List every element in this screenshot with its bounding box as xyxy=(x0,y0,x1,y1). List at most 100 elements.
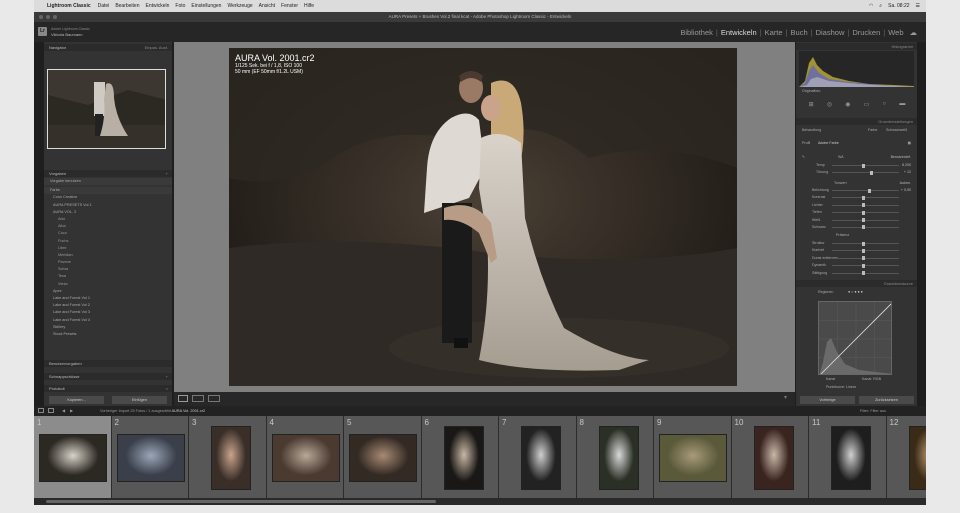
tone-slider-row[interactable]: Kontrast xyxy=(796,194,917,201)
treatment-bw[interactable]: Schwarzweiß xyxy=(886,127,907,134)
histogram[interactable] xyxy=(799,51,914,87)
image-canvas[interactable]: AURA Vol. 2001.cr2 1/125 Sek. bei f / 1,… xyxy=(174,42,795,392)
search-icon[interactable]: ⌕ xyxy=(879,3,882,9)
add-preset-icon[interactable]: + xyxy=(166,170,168,177)
filmstrip-thumbnail[interactable] xyxy=(39,434,107,482)
compare-view-icon[interactable] xyxy=(192,395,204,402)
before-after-icon[interactable] xyxy=(208,395,220,402)
wifi-icon[interactable]: ◠ xyxy=(869,3,873,9)
radial-filter-icon[interactable]: ○ xyxy=(883,101,887,107)
menu-einstellungen[interactable]: Einstellungen xyxy=(191,3,221,9)
close-window-button[interactable] xyxy=(39,15,43,19)
module-drucken[interactable]: Drucken xyxy=(849,28,883,37)
crop-tool-icon[interactable]: ⊞ xyxy=(809,101,814,108)
module-web[interactable]: Web xyxy=(885,28,906,37)
presence-slider-row[interactable]: Struktur xyxy=(796,240,917,247)
menu-fenster[interactable]: Fenster xyxy=(281,3,298,9)
tone-slider-row[interactable]: Weiß xyxy=(796,217,917,224)
treatment-color[interactable]: Farbe xyxy=(868,127,877,134)
filmstrip-cell[interactable]: 1 xyxy=(34,416,112,498)
presence-slider-knob[interactable] xyxy=(862,256,865,261)
module-bibliothek[interactable]: Bibliothek xyxy=(677,28,716,37)
preset-item[interactable]: Fuchs xyxy=(44,238,172,245)
second-window-icon[interactable] xyxy=(38,408,44,413)
preset-item[interactable]: Color Creative xyxy=(44,194,172,201)
presets-header[interactable]: Vorgaben + xyxy=(44,170,172,177)
basic-header[interactable]: Grundeinstellungen xyxy=(796,118,917,125)
tone-slider-knob[interactable] xyxy=(862,203,865,208)
filmstrip-cell[interactable]: 4 xyxy=(266,416,344,498)
filmstrip-cell[interactable]: 8 xyxy=(576,416,654,498)
minimize-window-button[interactable] xyxy=(46,15,50,19)
spot-removal-icon[interactable]: ◎ xyxy=(827,101,832,108)
filmstrip-thumbnail[interactable] xyxy=(443,426,484,490)
previous-settings-button[interactable]: Vorherige xyxy=(800,396,855,404)
filmstrip-source[interactable]: Vorheriger Import 25 Fotos / 1 ausgewähl… xyxy=(100,406,205,416)
user-presets-row[interactable]: Benutzervorgaben xyxy=(44,360,172,367)
tone-slider-knob[interactable] xyxy=(862,225,865,230)
main-photo[interactable]: AURA Vol. 2001.cr2 1/125 Sek. bei f / 1,… xyxy=(229,48,737,386)
navigator-zoom[interactable]: Einpas. Ausf. xyxy=(145,44,168,51)
filmstrip-thumbnail[interactable] xyxy=(521,426,561,490)
filmstrip-thumbnail[interactable] xyxy=(908,426,926,490)
preset-item[interactable]: Pavone xyxy=(44,259,172,266)
presence-slider-row[interactable]: Sättigung xyxy=(796,270,917,277)
point-curve-selector[interactable]: Punktkurve: Linear xyxy=(826,384,856,391)
preset-item[interactable]: Lake and Forest Vol 3 xyxy=(44,309,172,316)
scrollbar-thumb[interactable] xyxy=(46,500,436,503)
app-menu[interactable]: Lightroom Classic xyxy=(47,3,91,9)
menu-bearbeiten[interactable]: Bearbeiten xyxy=(115,3,139,9)
preset-item[interactable]: Sahra xyxy=(44,266,172,273)
eyedropper-icon[interactable]: ✎ xyxy=(802,155,805,159)
presence-slider-row[interactable]: Dunst entfernen xyxy=(796,255,917,262)
preset-item[interactable]: Skillery xyxy=(44,324,172,331)
preset-item[interactable]: Lake and Forest Vol 4 xyxy=(44,317,172,324)
presence-slider-row[interactable]: Dynamik xyxy=(796,262,917,269)
histogram-header[interactable]: Histogramm xyxy=(796,43,917,50)
filmstrip-thumbnail[interactable] xyxy=(659,434,727,482)
filmstrip-thumbnail[interactable] xyxy=(116,434,185,482)
filmstrip-thumbnail[interactable] xyxy=(598,426,639,490)
tone-slider-knob[interactable] xyxy=(862,218,865,223)
filmstrip-thumbnail[interactable] xyxy=(271,434,340,482)
menu-hilfe[interactable]: Hilfe xyxy=(304,3,314,9)
navigator-preview[interactable] xyxy=(47,69,166,149)
presence-slider-knob[interactable] xyxy=(862,241,865,246)
temp-slider-knob[interactable] xyxy=(862,163,865,168)
module-buch[interactable]: Buch xyxy=(788,28,811,37)
channel-selector[interactable]: Kanal: RGB xyxy=(862,376,881,383)
tint-value[interactable]: + 12 xyxy=(904,169,911,176)
red-eye-icon[interactable]: ◉ xyxy=(845,101,850,108)
filmstrip-cell[interactable]: 2 xyxy=(111,416,189,498)
loupe-view-icon[interactable] xyxy=(178,395,188,402)
temp-value[interactable]: 8.200 xyxy=(902,162,911,169)
preset-item[interactable]: Lake and Forest Vol 2 xyxy=(44,302,172,309)
filmstrip-cell[interactable]: 9 xyxy=(654,416,732,498)
filmstrip-thumbnail[interactable] xyxy=(211,426,251,490)
filmstrip-scrollbar[interactable] xyxy=(34,498,926,505)
filmstrip-filter[interactable]: Filter: Filter aus xyxy=(860,406,886,416)
filmstrip-thumbnail[interactable] xyxy=(831,426,871,490)
preset-item[interactable]: Afar xyxy=(44,216,172,223)
preset-item[interactable]: Meridian xyxy=(44,252,172,259)
filmstrip-cell[interactable]: 11 xyxy=(809,416,887,498)
list-icon[interactable]: ☰ xyxy=(916,3,920,9)
profile-row[interactable]: Profil Adobe Farbe ▦ xyxy=(796,140,917,147)
menu-foto[interactable]: Foto xyxy=(175,3,185,9)
snapshots-header[interactable]: Schnappschüsse + xyxy=(44,373,172,380)
filter-value[interactable]: Filter aus xyxy=(870,409,886,413)
tone-slider-knob[interactable] xyxy=(862,195,865,200)
filmstrip-thumbnail[interactable] xyxy=(349,434,417,482)
copy-settings-button[interactable]: Kopieren... xyxy=(49,396,104,404)
preset-item[interactable]: Lake and Forest Vol 1 xyxy=(44,295,172,302)
preset-item[interactable]: Venia xyxy=(44,281,172,288)
presence-slider-knob[interactable] xyxy=(862,248,865,253)
tone-slider-row[interactable]: Belichtung + 0,90 xyxy=(796,187,917,194)
preset-item[interactable]: Apex xyxy=(44,288,172,295)
preset-item[interactable]: Vorgabe benutzen xyxy=(44,178,172,186)
brush-tool-icon[interactable]: ▬ xyxy=(899,101,905,107)
filmstrip-cell[interactable]: 7 xyxy=(499,416,577,498)
preset-item[interactable]: Alba xyxy=(44,223,172,230)
tone-slider-knob[interactable] xyxy=(868,188,871,193)
profile-value[interactable]: Adobe Farbe xyxy=(818,140,839,147)
